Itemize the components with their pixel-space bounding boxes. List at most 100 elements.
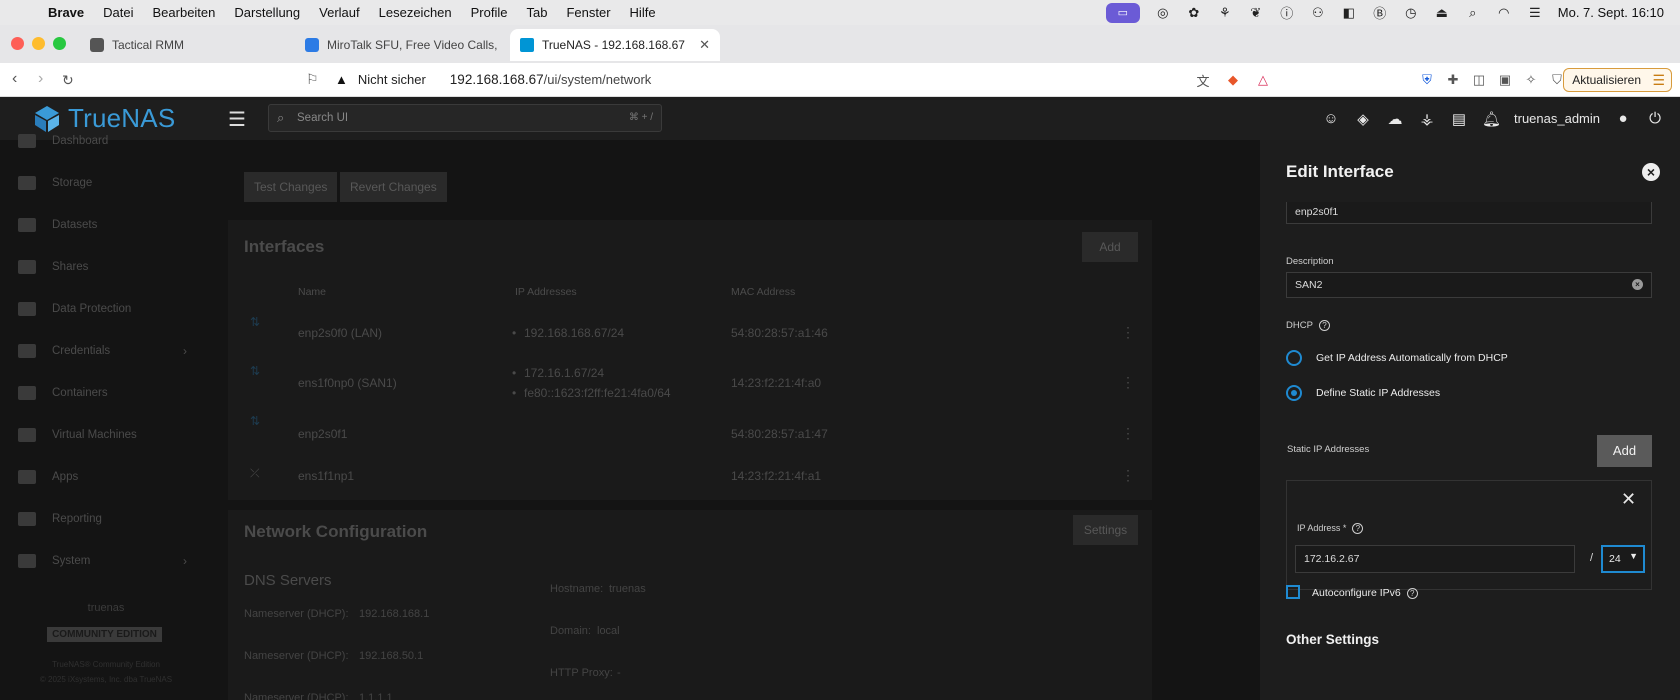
- remove-ip-icon[interactable]: ✕: [1621, 489, 1636, 510]
- description-value: SAN2: [1295, 279, 1323, 291]
- bookmark-icon[interactable]: ⚐: [306, 71, 319, 88]
- menu-verlauf[interactable]: Verlauf: [319, 5, 359, 20]
- power-icon[interactable]: ⏻: [1646, 110, 1664, 127]
- feedback-icon[interactable]: ☺: [1322, 110, 1340, 127]
- close-window-button[interactable]: [11, 37, 24, 50]
- notifications-icon[interactable]: 🔔︎: [1482, 110, 1501, 128]
- sidebar-item-dashboard[interactable]: Dashboard: [18, 134, 108, 148]
- test-changes-button[interactable]: Test Changes: [244, 172, 338, 202]
- tab-truenas[interactable]: TrueNAS - 192.168.168.67 ✕: [510, 29, 720, 61]
- extensions-icon[interactable]: ✚: [1444, 71, 1462, 89]
- storage-icon: [18, 176, 36, 190]
- static-radio[interactable]: [1286, 385, 1302, 401]
- menubar-clock[interactable]: Mo. 7. Sept. 16:10: [1558, 5, 1664, 20]
- autoconfigure-ipv6-checkbox[interactable]: [1286, 585, 1300, 599]
- feather-icon[interactable]: ❦: [1248, 5, 1264, 21]
- eject-icon[interactable]: ⏏: [1434, 5, 1450, 21]
- wifi-icon[interactable]: ◠: [1496, 5, 1512, 21]
- column-header-name[interactable]: Name: [298, 286, 326, 298]
- sidebar-item-datasets[interactable]: Datasets: [18, 218, 97, 232]
- search-icon[interactable]: ⌕: [1465, 5, 1481, 21]
- sidebar-item-data-protection[interactable]: Data Protection: [18, 302, 131, 316]
- more-options-icon[interactable]: ⋮: [1121, 467, 1135, 484]
- truecommand-icon[interactable]: ◈: [1354, 110, 1372, 128]
- control-center-icon[interactable]: ☰: [1527, 5, 1543, 21]
- leo-ai-icon[interactable]: ✧: [1522, 71, 1540, 89]
- cloud-app-icon[interactable]: ◎: [1155, 5, 1171, 21]
- help-icon[interactable]: ?: [1352, 523, 1364, 535]
- sidebar-item-containers[interactable]: Containers: [18, 386, 108, 400]
- account-icon[interactable]: ●: [1614, 110, 1632, 127]
- tab-tactical-rmm[interactable]: Tactical RMM: [80, 29, 290, 61]
- menu-datei[interactable]: Datei: [103, 5, 133, 20]
- sidebar-toggle-icon[interactable]: ◫: [1470, 71, 1488, 89]
- minimize-window-button[interactable]: [32, 37, 45, 50]
- column-header-ip[interactable]: IP Addresses: [515, 286, 577, 298]
- cloud-sync-icon[interactable]: ☁: [1386, 110, 1404, 128]
- help-icon[interactable]: ?: [1318, 320, 1330, 331]
- app-d-icon[interactable]: ◧: [1341, 5, 1357, 21]
- settings-button[interactable]: Settings: [1073, 515, 1138, 545]
- static-radio-label[interactable]: Define Static IP Addresses: [1316, 387, 1440, 399]
- jobs-icon[interactable]: ▤: [1450, 110, 1468, 128]
- more-options-icon[interactable]: ⋮: [1121, 324, 1135, 341]
- sidebar-item-reporting[interactable]: Reporting: [18, 512, 102, 526]
- add-static-ip-button[interactable]: Add: [1597, 435, 1652, 467]
- ip-address-input[interactable]: 172.16.2.67: [1295, 545, 1575, 573]
- screen-share-icon[interactable]: ▭: [1105, 2, 1140, 23]
- sidebar-item-shares[interactable]: Shares: [18, 260, 88, 274]
- sidebar-item-credentials[interactable]: Credentials ›: [18, 344, 187, 358]
- menu-lesezeichen[interactable]: Lesezeichen: [379, 5, 452, 20]
- tab-mirotalk[interactable]: MiroTalk SFU, Free Video Calls,: [295, 29, 505, 61]
- dhcp-radio[interactable]: [1286, 350, 1302, 366]
- username[interactable]: truenas_admin: [1514, 111, 1600, 126]
- app-b-icon[interactable]: Ⓑ: [1372, 5, 1388, 21]
- sidebar-item-storage[interactable]: Storage: [18, 176, 92, 190]
- close-panel-icon[interactable]: ×: [1642, 163, 1660, 181]
- description-field[interactable]: SAN2 ×: [1286, 272, 1652, 298]
- forward-icon[interactable]: ›: [38, 70, 43, 88]
- name-field[interactable]: enp2s0f1: [1286, 202, 1652, 224]
- truenas-logo[interactable]: TrueNAS: [32, 103, 175, 134]
- maximize-window-button[interactable]: [53, 37, 66, 50]
- menu-hilfe[interactable]: Hilfe: [630, 5, 656, 20]
- tab-label: Tactical RMM: [112, 38, 185, 52]
- time-machine-icon[interactable]: ◷: [1403, 5, 1419, 21]
- help-icon[interactable]: ?: [1406, 587, 1418, 599]
- menu-app[interactable]: Brave: [48, 5, 84, 20]
- search-input[interactable]: ⌕ Search UI ⌘ + /: [268, 104, 662, 132]
- more-options-icon[interactable]: ⋮: [1121, 374, 1135, 391]
- revert-changes-button[interactable]: Revert Changes: [340, 172, 447, 202]
- script-icon[interactable]: ⚘: [1217, 5, 1233, 21]
- menu-darstellung[interactable]: Darstellung: [234, 5, 300, 20]
- menu-profile[interactable]: Profile: [471, 5, 508, 20]
- brave-shields-icon[interactable]: ◆: [1224, 71, 1242, 89]
- sidebar-item-system[interactable]: System ›: [18, 554, 187, 568]
- brave-rewards-icon[interactable]: △: [1254, 71, 1272, 89]
- column-header-mac[interactable]: MAC Address: [731, 286, 795, 298]
- binoculars-icon[interactable]: ⚇: [1310, 5, 1326, 21]
- more-options-icon[interactable]: ⋮: [1121, 425, 1135, 442]
- sidebar-item-virtual-machines[interactable]: Virtual Machines: [18, 428, 137, 442]
- menu-tab[interactable]: Tab: [527, 5, 548, 20]
- openai-icon[interactable]: ✿: [1186, 5, 1202, 21]
- reload-icon[interactable]: ↻: [62, 72, 74, 89]
- bitwarden-icon[interactable]: ⛨: [1418, 71, 1436, 89]
- close-tab-icon[interactable]: ✕: [699, 37, 710, 53]
- translate-icon[interactable]: 文: [1194, 71, 1212, 89]
- hamburger-menu-icon[interactable]: ☰: [228, 107, 246, 132]
- clear-icon[interactable]: ×: [1632, 279, 1643, 290]
- update-browser-button[interactable]: Aktualisieren ☰: [1563, 68, 1672, 92]
- info-icon[interactable]: ⓘ: [1279, 5, 1295, 21]
- ha-status-icon[interactable]: ⚶: [1418, 110, 1436, 128]
- sidebar-item-apps[interactable]: Apps: [18, 470, 78, 484]
- menu-bearbeiten[interactable]: Bearbeiten: [153, 5, 216, 20]
- interface-name: ens1f1np1: [298, 469, 355, 483]
- menu-fenster[interactable]: Fenster: [566, 5, 610, 20]
- address-bar[interactable]: ▲ Nicht sicher 192.168.168.67/ui/system/…: [335, 72, 651, 87]
- back-icon[interactable]: ‹: [12, 70, 17, 88]
- dhcp-radio-label[interactable]: Get IP Address Automatically from DHCP: [1316, 352, 1508, 364]
- wallet-icon[interactable]: ▣: [1496, 71, 1514, 89]
- netmask-select[interactable]: 24 ▼: [1601, 545, 1645, 573]
- add-interface-button[interactable]: Add: [1082, 232, 1138, 262]
